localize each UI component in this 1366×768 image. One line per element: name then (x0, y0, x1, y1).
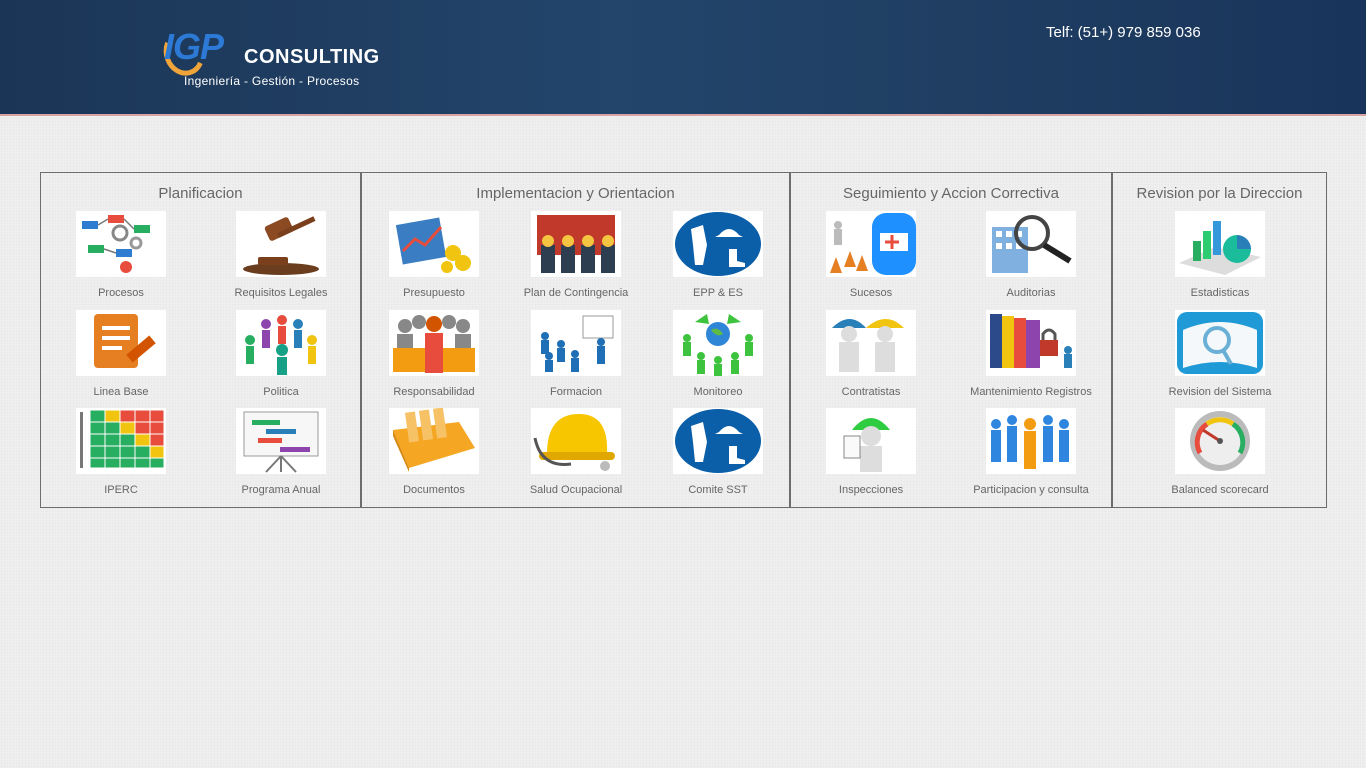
binders-lock-icon (986, 310, 1076, 376)
menu-item-participacion-consulta[interactable]: Participacion y consulta (961, 408, 1101, 500)
menu-item-responsabilidad[interactable]: Responsabilidad (364, 310, 504, 402)
menu-item-label: Presupuesto (403, 287, 465, 299)
crowd-icon (986, 408, 1076, 474)
menu-item-revision-sistema[interactable]: Revision del Sistema (1150, 310, 1290, 402)
gauge-icon (1175, 408, 1265, 474)
menu-item-contratistas[interactable]: Contratistas (801, 310, 941, 402)
gantt-board-icon (236, 408, 326, 474)
menu-item-label: Responsabilidad (393, 386, 475, 398)
menu-item-label: Inspecciones (838, 484, 904, 496)
safety-equipment-icon (673, 211, 763, 277)
section-revision-direccion: Revision por la Direccion Estadisticas R… (1112, 172, 1327, 508)
document-pencil-icon (76, 310, 166, 376)
menu-item-presupuesto[interactable]: Presupuesto (364, 211, 504, 303)
section-seguimiento: Seguimiento y Accion Correctiva Sucesos … (790, 172, 1112, 508)
firefighters-icon (531, 211, 621, 277)
section-title: Seguimiento y Accion Correctiva (843, 185, 1059, 202)
section-implementacion: Implementacion y Orientacion Presupuesto… (361, 172, 790, 508)
menu-item-label: Monitoreo (693, 386, 743, 398)
logo-name: CONSULTING (244, 46, 380, 68)
magnifier-review-icon (1175, 310, 1265, 376)
gavel-icon (236, 211, 326, 277)
menu-item-label: Procesos (98, 287, 144, 299)
menu-item-label: Linea Base (93, 386, 149, 398)
menu-item-label: Balanced scorecard (1171, 484, 1269, 496)
inspector-clipboard-icon (826, 408, 916, 474)
menu-item-balanced-scorecard[interactable]: Balanced scorecard (1150, 408, 1290, 500)
menu-item-label: Estadisticas (1190, 287, 1250, 299)
recycle-globe-icon (673, 310, 763, 376)
menu-item-label: Revision del Sistema (1168, 386, 1272, 398)
helmet-stethoscope-icon (531, 408, 621, 474)
safety-equipment-icon (673, 408, 763, 474)
training-class-icon (531, 310, 621, 376)
menu-item-epp-es[interactable]: EPP & ES (648, 211, 788, 303)
menu-item-linea-base[interactable]: Linea Base (51, 310, 191, 402)
ambulance-icon (826, 211, 916, 277)
process-flow-icon (76, 211, 166, 277)
menu-item-formacion[interactable]: Formacion (506, 310, 646, 402)
menu-item-label: EPP & ES (693, 287, 743, 299)
logo-tagline: Ingeniería - Gestión - Procesos (184, 74, 360, 88)
menu-item-documentos[interactable]: Documentos (364, 408, 504, 500)
section-title: Planificacion (158, 185, 243, 202)
menu-item-label: Politica (263, 386, 299, 398)
magnifier-building-icon (986, 211, 1076, 277)
menu-item-label: Formacion (550, 386, 602, 398)
menu-item-label: Contratistas (841, 386, 901, 398)
statistics-chart-icon (1175, 211, 1265, 277)
section-planificacion: Planificacion Procesos Requisitos Legale… (40, 172, 361, 508)
menu-item-salud-ocupacional[interactable]: Salud Ocupacional (506, 408, 646, 500)
budget-chart-icon (389, 211, 479, 277)
menu-item-comite-sst[interactable]: Comite SST (648, 408, 788, 500)
menu-item-label: Requisitos Legales (234, 287, 328, 299)
menu-item-estadisticas[interactable]: Estadisticas (1150, 211, 1290, 303)
menu-item-plan-contingencia[interactable]: Plan de Contingencia (506, 211, 646, 303)
menu-item-programa-anual[interactable]: Programa Anual (211, 408, 351, 500)
menu-item-mantenimiento-registros[interactable]: Mantenimiento Registros (961, 310, 1101, 402)
menu-item-label: Plan de Contingencia (523, 287, 629, 299)
menu-item-label: Programa Anual (241, 484, 321, 496)
menu-item-label: Comite SST (688, 484, 748, 496)
phone-number: Telf: (51+) 979 859 036 (1046, 24, 1201, 41)
menu-item-iperc[interactable]: IPERC (51, 408, 191, 500)
site-header: IGP CONSULTING Ingeniería - Gestión - Pr… (0, 0, 1366, 116)
risk-matrix-icon (76, 408, 166, 474)
logo-mark: IGP (164, 26, 224, 67)
section-title: Implementacion y Orientacion (476, 185, 675, 202)
menu-item-label: Salud Ocupacional (529, 484, 623, 496)
menu-item-label: Auditorias (1006, 287, 1056, 299)
menu-item-label: Mantenimiento Registros (970, 386, 1092, 398)
section-title: Revision por la Direccion (1136, 185, 1303, 202)
menu-item-politica[interactable]: Politica (211, 310, 351, 402)
people-group-icon (236, 310, 326, 376)
menu-item-inspecciones[interactable]: Inspecciones (801, 408, 941, 500)
menu-item-auditorias[interactable]: Auditorias (961, 211, 1101, 303)
workers-icon (826, 310, 916, 376)
menu-item-sucesos[interactable]: Sucesos (801, 211, 941, 303)
file-drawer-icon (389, 408, 479, 474)
menu-item-label: Participacion y consulta (973, 484, 1089, 496)
menu-item-label: Sucesos (849, 287, 893, 299)
team-leader-icon (389, 310, 479, 376)
menu-item-label: IPERC (104, 484, 138, 496)
menu-item-label: Documentos (403, 484, 465, 496)
menu-item-monitoreo[interactable]: Monitoreo (648, 310, 788, 402)
menu-item-procesos[interactable]: Procesos (51, 211, 191, 303)
company-logo[interactable]: IGP CONSULTING Ingeniería - Gestión - Pr… (157, 24, 379, 92)
menu-item-requisitos-legales[interactable]: Requisitos Legales (211, 211, 351, 303)
